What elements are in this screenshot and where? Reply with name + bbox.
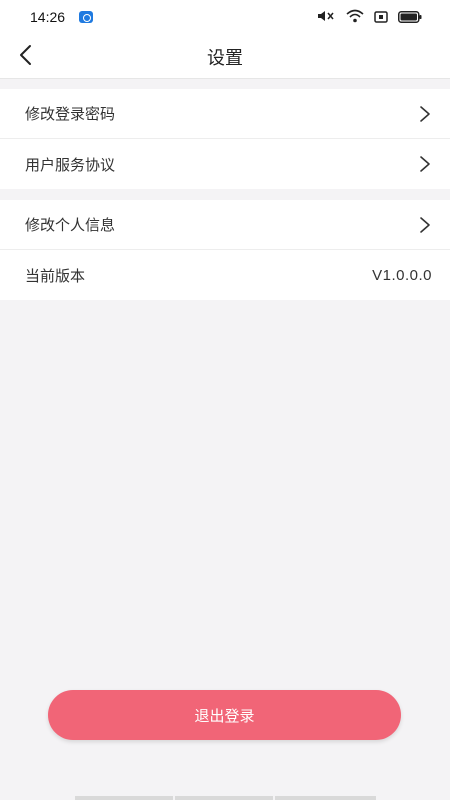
status-icons: [306, 9, 422, 25]
wifi-icon: [346, 8, 364, 27]
nav-bar-segment: [75, 796, 173, 800]
screen-cast-icon: [374, 8, 388, 27]
chevron-right-icon: [420, 156, 430, 172]
user-agreement-label: 用户服务协议: [25, 155, 116, 174]
change-password-label: 修改登录密码: [25, 105, 116, 123]
status-bar: 14:26: [0, 0, 450, 34]
battery-icon: [398, 8, 422, 27]
chevron-right-icon: [420, 216, 430, 233]
settings-group-account: 修改登录密码 用户服务协议: [0, 89, 450, 189]
current-version-value: V1.0.0.0: [372, 266, 432, 284]
change-password-item[interactable]: 修改登录密码: [0, 89, 450, 139]
page-title: 设置: [207, 48, 243, 69]
current-version-item: 当前版本 V1.0.0.0: [0, 250, 450, 300]
chevron-right-icon: [420, 105, 430, 122]
nav-bar-segment: [275, 796, 376, 800]
current-version-label: 当前版本: [25, 266, 86, 285]
edit-profile-label: 修改个人信息: [25, 216, 116, 234]
settings-group-profile: 修改个人信息 当前版本 V1.0.0.0: [0, 200, 450, 300]
header: 设置: [0, 34, 450, 79]
app-notification-icon: [79, 11, 93, 23]
status-time: 14:26: [30, 9, 66, 25]
mute-icon: [316, 8, 336, 27]
nav-bar-segment: [175, 796, 273, 800]
edit-profile-item[interactable]: 修改个人信息: [0, 200, 450, 250]
logout-button[interactable]: 退出登录: [48, 690, 401, 740]
user-agreement-item[interactable]: 用户服务协议: [0, 139, 450, 189]
